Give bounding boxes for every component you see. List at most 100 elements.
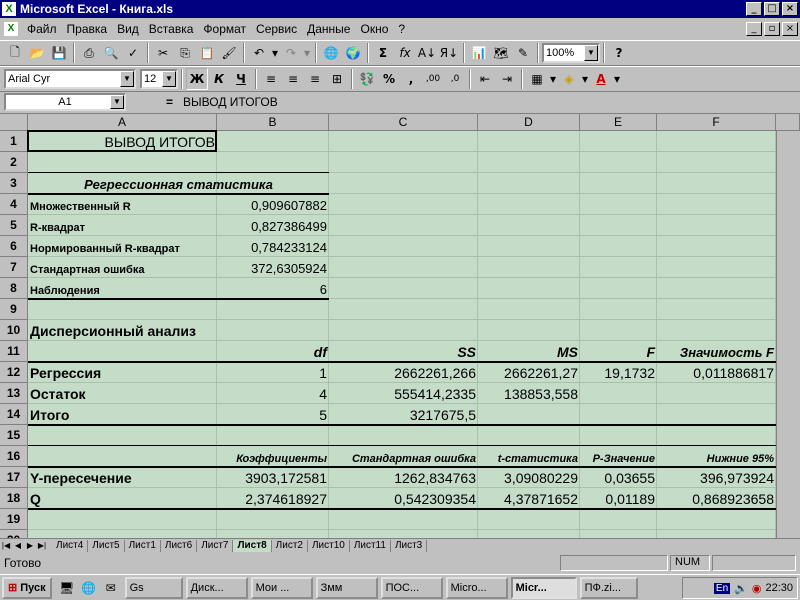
cell-e16[interactable]: P-Значение bbox=[580, 446, 657, 467]
cell-c12[interactable]: 2662261,266 bbox=[329, 362, 478, 383]
sort-ascending-icon[interactable]: A↓ bbox=[416, 42, 438, 64]
row-header[interactable]: 12 bbox=[0, 362, 28, 383]
doc-restore-button[interactable]: ▫ bbox=[764, 22, 780, 36]
cell-b12[interactable]: 1 bbox=[217, 362, 329, 383]
map-icon[interactable]: 🗺 bbox=[490, 42, 512, 64]
column-header[interactable]: B bbox=[217, 114, 329, 131]
sheet-tab[interactable]: Лист1 bbox=[125, 539, 161, 552]
spreadsheet-grid[interactable]: ABCDEF1234567891011121314151617181920ВЫВ… bbox=[0, 113, 800, 538]
name-box[interactable]: A1 ▼ bbox=[4, 93, 126, 111]
formula-content[interactable]: ВЫВОД ИТОГОВ bbox=[183, 95, 278, 109]
cell-b7[interactable]: 372,6305924 bbox=[217, 257, 329, 278]
cell-b8[interactable]: 6 bbox=[217, 278, 329, 299]
save-icon[interactable]: 💾 bbox=[48, 42, 70, 64]
currency-icon[interactable]: 💱 bbox=[356, 68, 378, 90]
align-right-icon[interactable]: ≡ bbox=[304, 68, 326, 90]
menu-view[interactable]: Вид bbox=[112, 22, 144, 36]
column-header[interactable]: D bbox=[478, 114, 580, 131]
row-header[interactable]: 16 bbox=[0, 446, 28, 467]
font-color-dropdown-icon[interactable]: ▾ bbox=[612, 68, 622, 90]
cell-a10[interactable]: Дисперсионный анализ bbox=[28, 320, 217, 341]
desktop-icon[interactable]: 🖥 bbox=[56, 577, 78, 599]
cell-b6[interactable]: 0,784233124 bbox=[217, 236, 329, 257]
column-header[interactable] bbox=[776, 114, 800, 131]
cell-f18[interactable]: 0,868923658 bbox=[657, 488, 776, 509]
cell-f17[interactable]: 396,973924 bbox=[657, 467, 776, 488]
new-icon[interactable]: 🗋 bbox=[4, 42, 26, 64]
font-dropdown-icon[interactable]: ▼ bbox=[120, 71, 134, 87]
zoom-dropdown-icon[interactable]: ▼ bbox=[584, 45, 598, 61]
hyperlink-icon[interactable]: 🌐 bbox=[320, 42, 342, 64]
minimize-button[interactable]: _ bbox=[746, 2, 762, 16]
doc-minimize-button[interactable]: _ bbox=[746, 22, 762, 36]
explorer-icon[interactable]: 🌐 bbox=[78, 577, 100, 599]
excel-app-icon[interactable]: X bbox=[2, 2, 16, 16]
clock[interactable]: 22:30 bbox=[765, 582, 793, 594]
cell-c14[interactable]: 3217675,5 bbox=[329, 404, 478, 425]
taskbar-button[interactable]: Диск... bbox=[185, 576, 248, 599]
row-header[interactable]: 14 bbox=[0, 404, 28, 425]
cell-d12[interactable]: 2662261,27 bbox=[478, 362, 580, 383]
row-header[interactable]: 1 bbox=[0, 131, 28, 152]
taskbar-button[interactable]: Gs bbox=[124, 576, 183, 599]
prev-sheet-icon[interactable]: ◀ bbox=[12, 540, 24, 552]
borders-icon[interactable]: ▦ bbox=[526, 68, 548, 90]
cell-f12[interactable]: 0,011886817 bbox=[657, 362, 776, 383]
row-header[interactable]: 10 bbox=[0, 320, 28, 341]
row-header[interactable]: 8 bbox=[0, 278, 28, 299]
column-header[interactable]: F bbox=[657, 114, 776, 131]
undo-icon[interactable]: ↶ bbox=[248, 42, 270, 64]
vertical-scrollbar[interactable] bbox=[776, 131, 800, 538]
cell-b5[interactable]: 0,827386499 bbox=[217, 215, 329, 236]
cell-d11[interactable]: MS bbox=[478, 341, 580, 362]
cell-c11[interactable]: SS bbox=[329, 341, 478, 362]
cell-e11[interactable]: F bbox=[580, 341, 657, 362]
sheet-tab[interactable]: Лист2 bbox=[272, 539, 308, 552]
menu-window[interactable]: Окно bbox=[355, 22, 393, 36]
cut-icon[interactable]: ✂ bbox=[152, 42, 174, 64]
row-header[interactable]: 5 bbox=[0, 215, 28, 236]
sheet-tab[interactable]: Лист8 bbox=[233, 539, 272, 552]
open-icon[interactable]: 📂 bbox=[26, 42, 48, 64]
row-header[interactable]: 2 bbox=[0, 152, 28, 173]
undo-dropdown-icon[interactable]: ▾ bbox=[270, 42, 280, 64]
language-indicator[interactable]: En bbox=[713, 582, 731, 594]
cell-a7[interactable]: Стандартная ошибка bbox=[28, 257, 217, 278]
row-header[interactable]: 11 bbox=[0, 341, 28, 362]
redo-icon[interactable]: ↷ bbox=[280, 42, 302, 64]
row-header[interactable]: 6 bbox=[0, 236, 28, 257]
menu-tools[interactable]: Сервис bbox=[251, 22, 302, 36]
font-color-icon[interactable]: A bbox=[590, 68, 612, 90]
decrease-decimal-icon[interactable]: ,0 bbox=[444, 68, 466, 90]
bold-button[interactable]: Ж bbox=[186, 68, 208, 90]
antivirus-icon[interactable]: ◉ bbox=[752, 582, 762, 595]
align-left-icon[interactable]: ≡ bbox=[260, 68, 282, 90]
web-toolbar-icon[interactable]: 🌍 bbox=[342, 42, 364, 64]
font-size-select[interactable]: 12 ▼ bbox=[140, 69, 178, 89]
autosum-icon[interactable]: Σ bbox=[372, 42, 394, 64]
next-sheet-icon[interactable]: ▶ bbox=[24, 540, 36, 552]
cell-f16[interactable]: Нижние 95% bbox=[657, 446, 776, 467]
cell-b4[interactable]: 0,909607882 bbox=[217, 194, 329, 215]
cell-c13[interactable]: 555414,2335 bbox=[329, 383, 478, 404]
row-header[interactable]: 15 bbox=[0, 425, 28, 446]
sheet-tab[interactable]: Лист3 bbox=[391, 539, 428, 552]
name-box-dropdown-icon[interactable]: ▼ bbox=[110, 95, 124, 109]
cell-d18[interactable]: 4,37871652 bbox=[478, 488, 580, 509]
font-select[interactable]: Arial Cyr ▼ bbox=[4, 69, 136, 89]
cell-a14[interactable]: Итого bbox=[28, 404, 217, 425]
doc-close-button[interactable]: × bbox=[782, 22, 798, 36]
row-header[interactable]: 4 bbox=[0, 194, 28, 215]
taskbar-button[interactable]: Micro... bbox=[445, 576, 508, 599]
row-header[interactable]: 13 bbox=[0, 383, 28, 404]
sheet-tab[interactable]: Лист5 bbox=[88, 539, 125, 552]
cell-c17[interactable]: 1262,834763 bbox=[329, 467, 478, 488]
cell-f11[interactable]: Значимость F bbox=[657, 341, 776, 362]
cell-d13[interactable]: 138853,558 bbox=[478, 383, 580, 404]
cell-e17[interactable]: 0,03655 bbox=[580, 467, 657, 488]
taskbar-button[interactable]: Мои ... bbox=[250, 576, 313, 599]
sheet-tab[interactable]: Лист7 bbox=[197, 539, 234, 552]
sheet-tab[interactable]: Лист11 bbox=[350, 539, 391, 552]
merge-center-icon[interactable]: ⊞ bbox=[326, 68, 348, 90]
taskbar-button[interactable]: Micr... bbox=[510, 576, 577, 599]
